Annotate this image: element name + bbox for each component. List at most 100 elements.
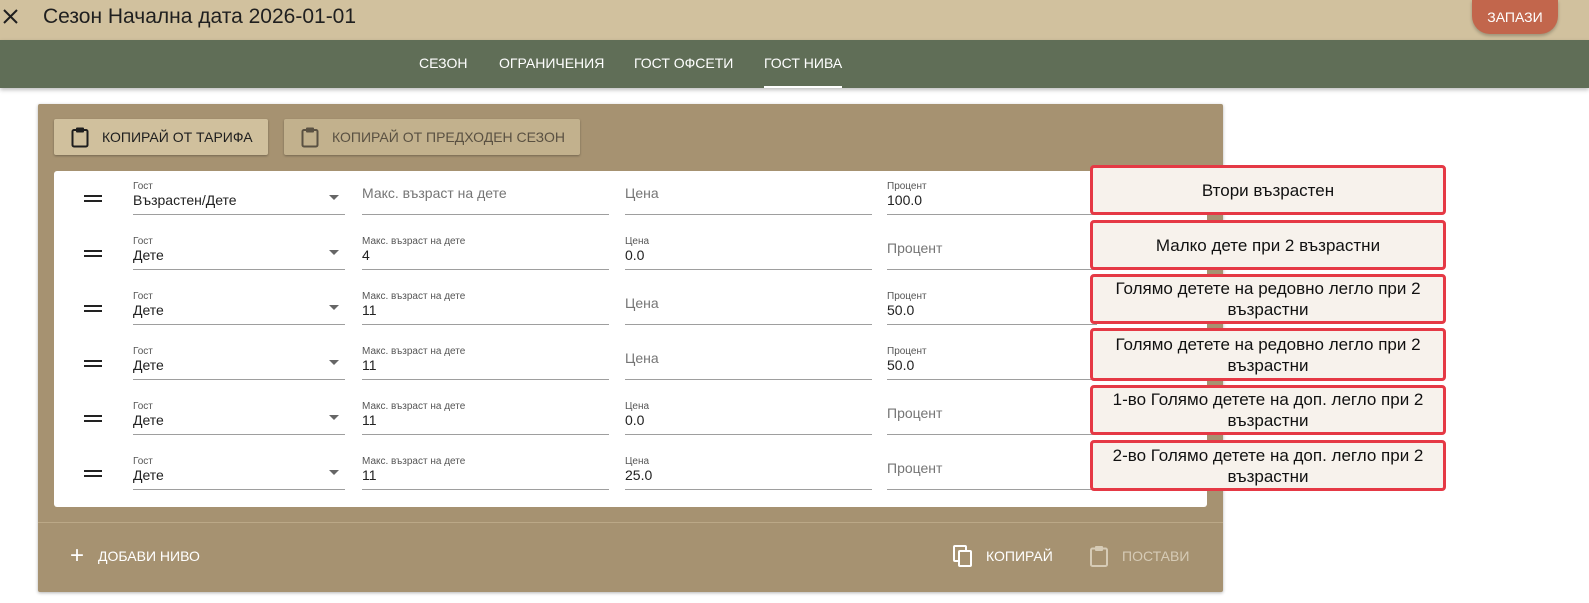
percent-value: 50.0 — [887, 302, 915, 318]
copy-from-previous-season-label: КОПИРАЙ ОТ ПРЕДХОДЕН СЕЗОН — [332, 129, 565, 145]
guest-select[interactable]: Гост Дете — [133, 399, 345, 435]
chevron-down-icon — [329, 305, 339, 310]
annotation-label: Втори възрастен — [1090, 165, 1446, 215]
max-child-age-label: Макс. възраст на дете — [362, 236, 466, 247]
percent-input[interactable]: Процент — [887, 234, 1097, 270]
price-input[interactable]: Цена — [625, 179, 872, 215]
copy-label: КОПИРАЙ — [986, 548, 1053, 564]
max-child-age-label: Макс. възраст на дете — [362, 401, 466, 412]
guest-select[interactable]: Гост Дете — [133, 344, 345, 380]
tab-bar: СЕЗОН ОГРАНИЧЕНИЯ ГОСТ ОФСЕТИ ГОСТ НИВА — [0, 40, 1589, 88]
guest-level-row: Гост Дете Макс. възраст на дете 4 Цена 0… — [54, 226, 1207, 281]
max-child-age-value: 11 — [362, 467, 377, 483]
drag-handle-icon[interactable] — [84, 305, 102, 313]
price-value: 0.0 — [625, 247, 645, 263]
percent-placeholder: Процент — [887, 460, 943, 476]
tab-guest-levels[interactable]: ГОСТ НИВА — [764, 40, 843, 88]
max-child-age-input[interactable]: Макс. възраст на дете 11 — [362, 344, 609, 380]
tab-restrictions[interactable]: ОГРАНИЧЕНИЯ — [499, 40, 604, 88]
tab-guest-offsets[interactable]: ГОСТ ОФСЕТИ — [634, 40, 733, 88]
max-child-age-input[interactable]: Макс. възраст на дете 11 — [362, 399, 609, 435]
max-child-age-value: 11 — [362, 412, 377, 428]
copy-from-previous-season-button[interactable]: КОПИРАЙ ОТ ПРЕДХОДЕН СЕЗОН — [284, 119, 580, 155]
plus-icon: + — [70, 542, 85, 569]
max-child-age-input[interactable]: Макс. възраст на дете 11 — [362, 289, 609, 325]
percent-label: Процент — [887, 346, 927, 357]
copy-button[interactable]: КОПИРАЙ — [952, 542, 1053, 570]
percent-label: Процент — [887, 181, 927, 192]
price-value: 0.0 — [625, 412, 645, 428]
guest-label: Гост — [133, 401, 153, 412]
guest-select[interactable]: Гост Дете — [133, 454, 345, 490]
copy-from-rate-button[interactable]: КОПИРАЙ ОТ ТАРИФА — [54, 119, 268, 155]
add-level-button[interactable]: + ДОБАВИ НИВО — [70, 542, 200, 570]
clipboard-icon — [71, 127, 89, 148]
price-label: Цена — [625, 401, 650, 412]
drag-handle-icon[interactable] — [84, 360, 102, 368]
price-value: 25.0 — [625, 467, 653, 483]
drag-handle-icon[interactable] — [84, 470, 102, 478]
close-icon — [3, 9, 18, 24]
chevron-down-icon — [329, 470, 339, 475]
percent-placeholder: Процент — [887, 405, 943, 421]
paste-icon — [1090, 546, 1108, 567]
paste-label: ПОСТАВИ — [1122, 548, 1190, 564]
max-child-age-input[interactable]: Макс. възраст на дете — [362, 179, 609, 215]
chevron-down-icon — [329, 195, 339, 200]
guest-label: Гост — [133, 346, 153, 357]
percent-input[interactable]: Процент 50.0 — [887, 344, 1097, 380]
save-button[interactable]: ЗАПАЗИ — [1472, 0, 1558, 34]
chevron-down-icon — [329, 415, 339, 420]
price-input[interactable]: Цена — [625, 344, 872, 380]
percent-input[interactable]: Процент 50.0 — [887, 289, 1097, 325]
copy-icon — [953, 545, 972, 567]
copy-from-rate-label: КОПИРАЙ ОТ ТАРИФА — [102, 129, 253, 145]
guest-select[interactable]: Гост Дете — [133, 289, 345, 325]
percent-label: Процент — [887, 291, 927, 302]
percent-input[interactable]: Процент 100.0 — [887, 179, 1097, 215]
price-label: Цена — [625, 456, 650, 467]
drag-handle-icon[interactable] — [84, 415, 102, 423]
price-input[interactable]: Цена 0.0 — [625, 399, 872, 435]
percent-input[interactable]: Процент — [887, 399, 1097, 435]
guest-select[interactable]: Гост Дете — [133, 234, 345, 270]
max-child-age-value: 11 — [362, 357, 377, 373]
max-child-age-value: 4 — [362, 247, 370, 263]
price-placeholder: Цена — [625, 295, 659, 311]
percent-input[interactable]: Процент — [887, 454, 1097, 490]
price-input[interactable]: Цена 25.0 — [625, 454, 872, 490]
guest-label: Гост — [133, 456, 153, 467]
card-divider — [38, 522, 1223, 523]
percent-value: 100.0 — [887, 192, 923, 208]
drag-handle-icon[interactable] — [84, 195, 102, 203]
percent-value: 50.0 — [887, 357, 915, 373]
price-input[interactable]: Цена — [625, 289, 872, 325]
guest-value: Дете — [133, 247, 164, 263]
chevron-down-icon — [329, 250, 339, 255]
tab-season[interactable]: СЕЗОН — [419, 40, 467, 88]
max-child-age-value: 11 — [362, 302, 377, 318]
guest-level-row: Гост Дете Макс. възраст на дете 11 Цена … — [54, 336, 1207, 391]
max-child-age-placeholder: Макс. възраст на дете — [362, 185, 507, 201]
price-label: Цена — [625, 236, 650, 247]
guest-value: Дете — [133, 412, 164, 428]
annotation-label: Малко дете при 2 възрастни — [1090, 220, 1446, 270]
close-button[interactable] — [0, 4, 22, 30]
guest-levels-card: КОПИРАЙ ОТ ТАРИФА КОПИРАЙ ОТ ПРЕДХОДЕН С… — [38, 104, 1223, 592]
price-input[interactable]: Цена 0.0 — [625, 234, 872, 270]
guest-label: Гост — [133, 181, 153, 192]
max-child-age-input[interactable]: Макс. възраст на дете 11 — [362, 454, 609, 490]
annotation-label: 2-во Голямо детете на доп. легло при 2 в… — [1090, 440, 1446, 491]
annotation-label: Голямо детете на редовно легло при 2 въз… — [1090, 328, 1446, 381]
chevron-down-icon — [329, 360, 339, 365]
drag-handle-icon[interactable] — [84, 250, 102, 258]
percent-placeholder: Процент — [887, 240, 943, 256]
guest-value: Дете — [133, 467, 164, 483]
max-child-age-label: Макс. възраст на дете — [362, 346, 466, 357]
annotation-label: 1-во Голямо детете на доп. легло при 2 в… — [1090, 385, 1446, 435]
max-child-age-label: Макс. възраст на дете — [362, 456, 466, 467]
guest-select[interactable]: Гост Възрастен/Дете — [133, 179, 345, 215]
guest-level-row: Гост Дете Макс. възраст на дете 11 Цена … — [54, 446, 1207, 501]
paste-button[interactable]: ПОСТАВИ — [1088, 542, 1189, 570]
max-child-age-input[interactable]: Макс. възраст на дете 4 — [362, 234, 609, 270]
